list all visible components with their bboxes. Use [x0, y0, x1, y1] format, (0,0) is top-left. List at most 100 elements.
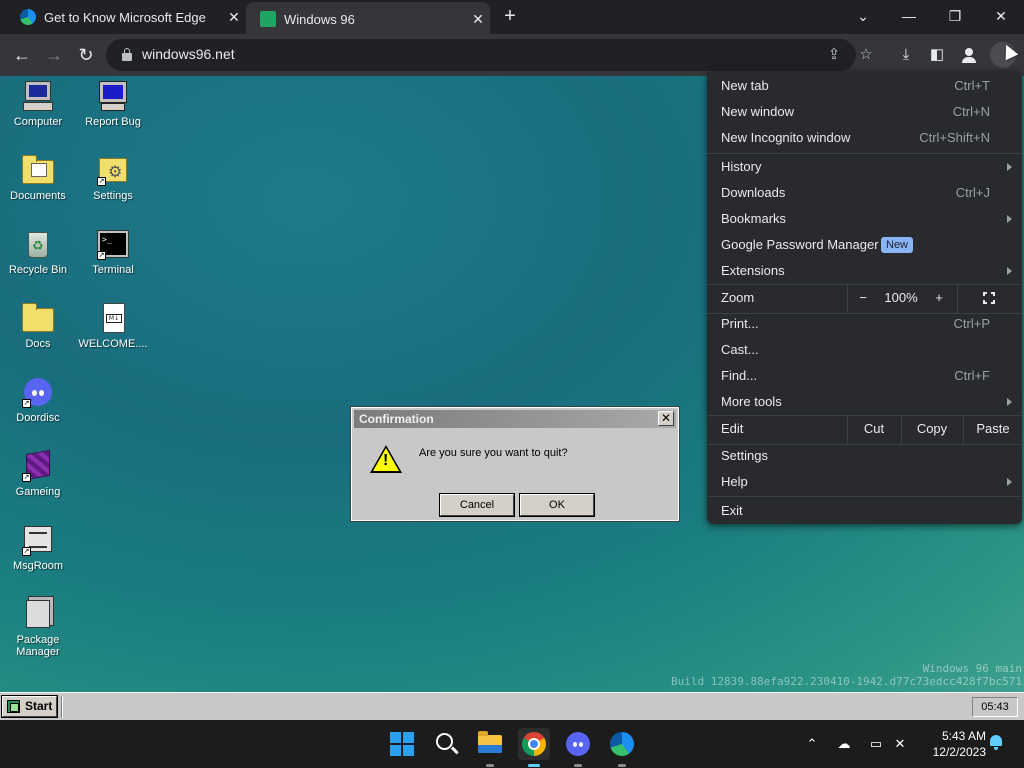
dialog-titlebar[interactable]: Confirmation ✕: [354, 410, 676, 428]
menu-item-password-manager[interactable]: Google Password Manager New: [707, 232, 1022, 258]
desktop-icon-documents[interactable]: Documents: [0, 154, 78, 202]
address-bar[interactable]: windows96.net ⇪ ☆: [106, 39, 873, 71]
ok-button[interactable]: OK: [519, 493, 595, 517]
onedrive-icon[interactable]: ☁: [834, 734, 854, 754]
zoom-out-button[interactable]: −: [851, 285, 875, 311]
taskbar-edge[interactable]: [606, 728, 638, 767]
search-icon: [436, 733, 453, 750]
taskbar-chrome[interactable]: [518, 728, 550, 767]
dialog-close-icon[interactable]: ✕: [658, 411, 674, 426]
forward-button[interactable]: →: [42, 43, 66, 67]
start-menu-button[interactable]: [386, 728, 418, 760]
menu-label: Settings: [721, 448, 768, 463]
new-tab-button[interactable]: +: [498, 4, 522, 28]
desktop-icon-welcome[interactable]: M↓ WELCOME....: [73, 302, 153, 350]
build-info: Windows 96 main Build 12839.88efa922.230…: [671, 662, 1022, 688]
dialog-message: Are you sure you want to quit?: [419, 447, 568, 459]
reload-button[interactable]: ↻: [74, 43, 98, 67]
start-label: Start: [25, 699, 53, 713]
taskbar-discord[interactable]: [562, 728, 594, 767]
desktop-icon-label: Package Manager: [16, 634, 60, 658]
submenu-arrow-icon: [1007, 478, 1012, 486]
desktop-icon-docs[interactable]: Docs: [0, 302, 78, 350]
menu-label: Exit: [721, 503, 743, 518]
menu-shortcut: Ctrl+J: [955, 185, 990, 200]
desktop-icon-report-bug[interactable]: Report Bug: [73, 80, 153, 128]
tab-microsoft-edge[interactable]: Get to Know Microsoft Edge ✕: [0, 0, 246, 34]
notification-bell-icon[interactable]: [988, 734, 1004, 750]
minimize-button[interactable]: —: [886, 2, 932, 30]
download-icon[interactable]: ⤓: [895, 44, 917, 66]
cut-button[interactable]: Cut: [851, 416, 897, 442]
paste-button[interactable]: Paste: [967, 416, 1019, 442]
running-indicator: [618, 764, 626, 767]
windows96-icon: [260, 11, 276, 27]
tab-title: Windows 96: [284, 11, 355, 27]
back-button[interactable]: ←: [10, 43, 34, 67]
desktop-icon-computer[interactable]: Computer: [0, 80, 78, 128]
tab-windows96[interactable]: Windows 96 ✕: [246, 2, 490, 36]
tab-title: Get to Know Microsoft Edge: [44, 9, 206, 25]
menu-label: More tools: [721, 394, 782, 409]
bookmark-star-icon[interactable]: ☆: [856, 45, 876, 65]
menu-item-downloads[interactable]: Downloads Ctrl+J: [707, 180, 1022, 206]
close-window-button[interactable]: ✕: [978, 2, 1024, 30]
confirmation-dialog: Confirmation ✕ ! Are you sure you want t…: [350, 406, 680, 522]
cancel-button[interactable]: Cancel: [439, 493, 515, 517]
menu-item-bookmarks[interactable]: Bookmarks: [707, 206, 1022, 232]
menu-item-new-window[interactable]: New window Ctrl+N: [707, 99, 1022, 125]
tab-close-icon[interactable]: ✕: [466, 11, 490, 28]
submenu-arrow-icon: [1007, 267, 1012, 275]
desktop-icon-label: Computer: [13, 116, 63, 128]
menu-label: Bookmarks: [721, 211, 787, 226]
menu-label: Cast...: [721, 342, 759, 357]
edit-divider: [847, 416, 848, 444]
menu-item-new-tab[interactable]: New tab Ctrl+T: [707, 73, 1022, 99]
menu-item-print[interactable]: Print... Ctrl+P: [707, 311, 1022, 337]
menu-item-find[interactable]: Find... Ctrl+F: [707, 363, 1022, 389]
lock-icon[interactable]: [122, 48, 132, 61]
restore-button[interactable]: ❐: [932, 2, 978, 30]
running-indicator: [528, 764, 540, 767]
taskbar-search-button[interactable]: [430, 728, 462, 760]
fullscreen-icon[interactable]: [983, 292, 995, 304]
menu-item-new-incognito[interactable]: New Incognito window Ctrl+Shift+N: [707, 125, 1022, 151]
share-icon[interactable]: ⇪: [824, 45, 844, 65]
desktop-icon-terminal[interactable]: >_ ↗ Terminal: [73, 228, 153, 276]
tray-overflow-chevron-icon[interactable]: ⌃: [802, 734, 822, 754]
desktop-icon-package-manager[interactable]: Package Manager: [0, 598, 78, 658]
desktop-icon-doordisc[interactable]: ↗ Doordisc: [0, 376, 78, 424]
profile-avatar-icon[interactable]: [958, 44, 980, 66]
menu-item-more-tools[interactable]: More tools: [707, 389, 1022, 415]
side-panel-icon[interactable]: ◧: [926, 44, 948, 66]
menu-item-cast[interactable]: Cast...: [707, 337, 1022, 363]
volume-muted-icon[interactable]: ✕: [890, 734, 910, 754]
system-clock[interactable]: 5:43 AM 12/2/2023: [920, 728, 986, 760]
url-text[interactable]: windows96.net: [142, 46, 235, 62]
zoom-in-button[interactable]: +: [927, 285, 951, 311]
tab-close-icon[interactable]: ✕: [222, 9, 246, 26]
menu-item-exit[interactable]: Exit: [707, 498, 1022, 524]
menu-item-settings[interactable]: Settings: [707, 443, 1022, 469]
tab-search-button[interactable]: ⌄: [840, 2, 886, 30]
desktop-icon-gameing[interactable]: ↗ Gameing: [0, 449, 78, 498]
edit-divider: [963, 416, 964, 444]
copy-button[interactable]: Copy: [905, 416, 959, 442]
menu-item-help[interactable]: Help: [707, 469, 1022, 495]
start-button[interactable]: Start: [1, 695, 58, 718]
menu-separator: [707, 496, 1022, 497]
warning-exclamation: !: [383, 452, 389, 469]
network-icon[interactable]: ▭: [866, 734, 886, 754]
documents-icon: [22, 154, 54, 186]
menu-row-zoom: Zoom − 100% +: [707, 285, 1022, 313]
desktop-icon-msgroom[interactable]: ↗ MsgRoom: [0, 524, 78, 572]
submenu-arrow-icon: [1007, 163, 1012, 171]
desktop-icon-settings[interactable]: ↗ Settings: [73, 154, 153, 202]
menu-item-history[interactable]: History: [707, 154, 1022, 180]
menu-item-extensions[interactable]: Extensions: [707, 258, 1022, 284]
menu-label: Print...: [721, 316, 759, 331]
taskbar-file-explorer[interactable]: [474, 728, 506, 767]
desktop-icon-recycle-bin[interactable]: Recycle Bin: [0, 228, 78, 276]
desktop-icon-label: Gameing: [15, 486, 61, 498]
desktop-icon-label: Recycle Bin: [8, 264, 68, 276]
